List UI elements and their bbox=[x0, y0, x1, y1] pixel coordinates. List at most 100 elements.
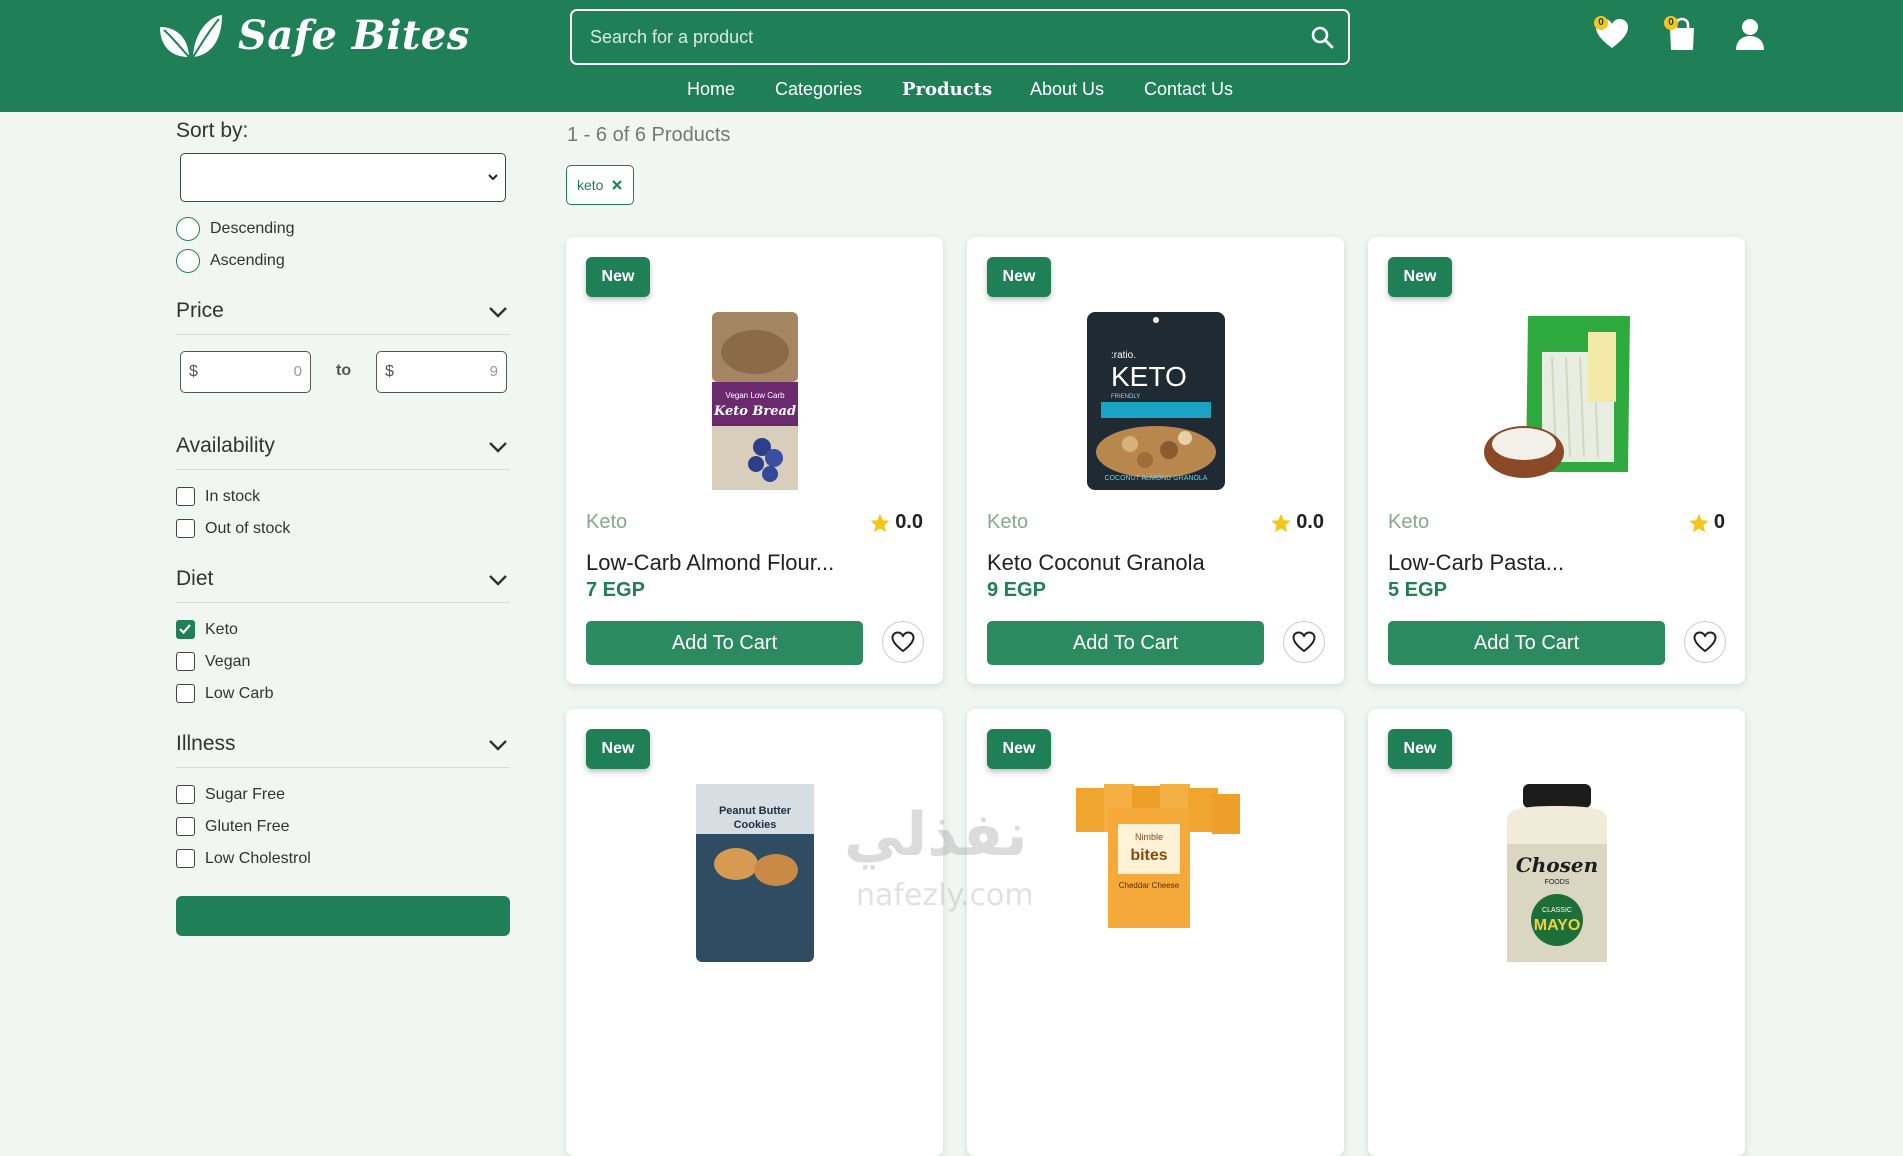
product-name[interactable]: Keto Coconut Granola bbox=[987, 550, 1205, 576]
product-rating: 0 bbox=[1688, 511, 1725, 534]
order-descending-label: Descending bbox=[210, 220, 295, 237]
product-rating: 0.0 bbox=[1270, 511, 1324, 534]
sort-select[interactable] bbox=[180, 153, 506, 202]
product-image[interactable]: Vegan Low Carb Keto Bread bbox=[566, 312, 943, 497]
availability-title: Availability bbox=[176, 434, 275, 457]
product-name[interactable]: Low-Carb Pasta... bbox=[1388, 550, 1564, 576]
product-card[interactable]: New :ratio. KETO FRIENDLY COCONUT ALMOND… bbox=[967, 237, 1344, 684]
product-image[interactable]: :ratio. KETO FRIENDLY COCONUT ALMOND GRA… bbox=[967, 312, 1344, 497]
checkbox[interactable] bbox=[176, 519, 195, 538]
price-section-header[interactable]: Price bbox=[176, 295, 510, 335]
package-text: FOODS bbox=[1544, 879, 1569, 886]
price-min-field[interactable]: $ 0 bbox=[180, 351, 311, 393]
radio-button[interactable] bbox=[176, 217, 200, 241]
product-card[interactable]: New Chosen FOODS CLASSIC MAYO bbox=[1368, 709, 1745, 1156]
product-card[interactable]: New Peanut Butter Cookies bbox=[566, 709, 943, 1156]
filter-vegan[interactable]: Vegan bbox=[176, 652, 250, 671]
diet-section-header[interactable]: Diet bbox=[176, 563, 510, 603]
cart-count-badge: 0 bbox=[1664, 16, 1678, 30]
price-max-value: 9 bbox=[489, 363, 498, 380]
add-to-wishlist-button[interactable] bbox=[1684, 621, 1726, 663]
brand-logo[interactable]: Safe Bites bbox=[158, 12, 470, 59]
package-text: Keto Bread bbox=[712, 404, 795, 419]
product-card[interactable]: New Nimble bites Cheddar Cheese bbox=[967, 709, 1344, 1156]
keto-bread-package-image: Vegan Low Carb Keto Bread bbox=[711, 312, 798, 490]
add-to-cart-button[interactable]: Add To Cart bbox=[987, 621, 1264, 665]
nav-about-us[interactable]: About Us bbox=[1030, 79, 1104, 100]
new-badge: New bbox=[1388, 729, 1452, 769]
product-image[interactable] bbox=[1368, 312, 1745, 497]
nav-categories[interactable]: Categories bbox=[775, 79, 862, 100]
checkbox[interactable] bbox=[176, 785, 195, 804]
cart-button[interactable]: 0 bbox=[1664, 16, 1700, 52]
product-image[interactable]: Nimble bites Cheddar Cheese bbox=[967, 784, 1344, 969]
close-icon[interactable] bbox=[611, 179, 623, 191]
add-to-cart-button[interactable]: Add To Cart bbox=[586, 621, 863, 665]
filter-keto[interactable]: Keto bbox=[176, 620, 238, 639]
new-badge: New bbox=[586, 257, 650, 297]
product-card[interactable]: New Keto 0 Low-Carb Pasta... 5 EGP Add T… bbox=[1368, 237, 1745, 684]
product-image[interactable]: Peanut Butter Cookies bbox=[566, 784, 943, 969]
filter-in-stock[interactable]: In stock bbox=[176, 487, 260, 506]
diet-title: Diet bbox=[176, 567, 214, 590]
brand-name: Safe Bites bbox=[238, 12, 470, 59]
product-category: Keto bbox=[586, 511, 628, 533]
checkbox-checked[interactable] bbox=[176, 620, 195, 639]
add-to-wishlist-button[interactable] bbox=[882, 621, 924, 663]
checkbox[interactable] bbox=[176, 684, 195, 703]
active-filter-chip[interactable]: keto bbox=[566, 165, 635, 205]
filter-sugar-free[interactable]: Sugar Free bbox=[176, 785, 285, 804]
filter-low-cholestrol[interactable]: Low Cholestrol bbox=[176, 849, 311, 868]
sidebar-action-button[interactable] bbox=[176, 896, 510, 936]
package-text: KETO bbox=[1111, 361, 1187, 392]
price-title: Price bbox=[176, 299, 224, 322]
checkbox-label: Low Carb bbox=[205, 684, 274, 702]
package-text: :ratio. bbox=[1111, 350, 1136, 361]
nav-home[interactable]: Home bbox=[687, 79, 735, 100]
order-ascending[interactable]: Ascending bbox=[176, 249, 285, 273]
add-to-wishlist-button[interactable] bbox=[1283, 621, 1325, 663]
illness-section-header[interactable]: Illness bbox=[176, 728, 510, 768]
product-image[interactable]: Chosen FOODS CLASSIC MAYO bbox=[1368, 784, 1745, 969]
checkbox[interactable] bbox=[176, 817, 195, 836]
classic-mayo-jar-image: Chosen FOODS CLASSIC MAYO bbox=[1506, 784, 1607, 962]
main-nav: Home Categories Products About Us Contac… bbox=[0, 76, 1903, 104]
checkbox-label: Out of stock bbox=[205, 519, 291, 537]
illness-title: Illness bbox=[176, 732, 236, 755]
nav-products[interactable]: Products bbox=[902, 79, 992, 100]
availability-section-header[interactable]: Availability bbox=[176, 430, 510, 470]
low-carb-pasta-image bbox=[1483, 316, 1630, 478]
product-name[interactable]: Low-Carb Almond Flour... bbox=[586, 550, 834, 576]
order-ascending-label: Ascending bbox=[210, 252, 285, 269]
checkbox[interactable] bbox=[176, 849, 195, 868]
package-text: Chosen bbox=[1515, 853, 1597, 877]
account-button[interactable] bbox=[1732, 16, 1768, 52]
filter-out-of-stock[interactable]: Out of stock bbox=[176, 519, 290, 538]
wishlist-button[interactable]: 0 bbox=[1594, 16, 1630, 52]
nav-contact-us[interactable]: Contact Us bbox=[1144, 79, 1233, 100]
filter-low-carb[interactable]: Low Carb bbox=[176, 684, 273, 703]
product-price: 5 EGP bbox=[1388, 579, 1447, 601]
checkbox[interactable] bbox=[176, 487, 195, 506]
price-max-field[interactable]: $ 9 bbox=[376, 351, 507, 393]
peanut-butter-cookies-image: Peanut Butter Cookies bbox=[695, 784, 814, 962]
product-card[interactable]: New Vegan Low Carb Keto Bread Keto 0.0 L… bbox=[566, 237, 943, 684]
site-header: Safe Bites 0 0 Home Categories Products … bbox=[0, 0, 1903, 112]
chevron-down-icon bbox=[489, 740, 507, 751]
filter-gluten-free[interactable]: Gluten Free bbox=[176, 817, 289, 836]
search-icon[interactable] bbox=[1310, 25, 1334, 49]
order-descending[interactable]: Descending bbox=[176, 217, 295, 241]
product-rating: 0.0 bbox=[869, 511, 923, 534]
wishlist-count-badge: 0 bbox=[1594, 16, 1608, 30]
package-text: FRIENDLY bbox=[1111, 394, 1140, 400]
checkmark-icon bbox=[179, 624, 191, 635]
checkbox-label: Sugar Free bbox=[205, 785, 286, 803]
currency-symbol: $ bbox=[385, 363, 394, 380]
add-to-cart-button[interactable]: Add To Cart bbox=[1388, 621, 1665, 665]
cheese-bites-packs-image: Nimble bites Cheddar Cheese bbox=[1075, 784, 1240, 928]
checkbox[interactable] bbox=[176, 652, 195, 671]
leaf-icon bbox=[160, 14, 222, 58]
search-input[interactable] bbox=[572, 11, 1348, 63]
chevron-down-icon bbox=[489, 575, 507, 586]
radio-button[interactable] bbox=[176, 249, 200, 273]
